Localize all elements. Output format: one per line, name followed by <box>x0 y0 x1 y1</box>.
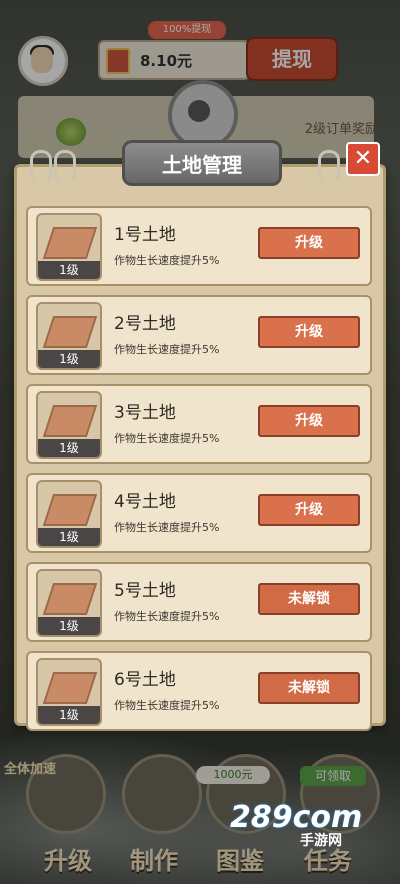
land-name: 2号土地 <box>114 314 176 334</box>
land-row: 1级 3号土地 作物生长速度提升5% 升级 <box>26 384 372 464</box>
watermark-logo: 289com <box>230 800 363 835</box>
land-description: 作物生长速度提升5% <box>114 521 220 534</box>
land-plot-image: 1级 <box>36 658 102 726</box>
soil-icon <box>42 672 98 704</box>
upgrade-button[interactable]: 升级 <box>258 494 360 526</box>
watermark-sub: 手游网 <box>300 833 342 849</box>
close-button[interactable]: ✕ <box>346 142 380 176</box>
land-level: 1级 <box>38 706 100 724</box>
land-list: 1级 1号土地 作物生长速度提升5% 升级 1级 2号土地 作物生长速度提升5%… <box>26 206 372 740</box>
unlock-button[interactable]: 未解锁 <box>258 672 360 704</box>
land-row: 1级 2号土地 作物生长速度提升5% 升级 <box>26 295 372 375</box>
land-level: 1级 <box>38 439 100 457</box>
land-name: 3号土地 <box>114 403 176 423</box>
upgrade-button[interactable]: 升级 <box>258 405 360 437</box>
soil-icon <box>42 405 98 437</box>
land-plot-image: 1级 <box>36 480 102 548</box>
land-row: 1级 1号土地 作物生长速度提升5% 升级 <box>26 206 372 286</box>
land-description: 作物生长速度提升5% <box>114 699 220 712</box>
binder-ring <box>318 150 340 183</box>
land-row: 1级 5号土地 作物生长速度提升5% 未解锁 <box>26 562 372 642</box>
clip-hole <box>188 100 210 122</box>
land-row: 1级 6号土地 作物生长速度提升5% 未解锁 <box>26 651 372 731</box>
soil-icon <box>42 316 98 348</box>
modal-title: 土地管理 <box>162 153 242 177</box>
land-name: 1号土地 <box>114 225 176 245</box>
land-level: 1级 <box>38 528 100 546</box>
upgrade-button[interactable]: 升级 <box>258 316 360 348</box>
land-description: 作物生长速度提升5% <box>114 343 220 356</box>
upgrade-button[interactable]: 升级 <box>258 227 360 259</box>
land-name: 5号土地 <box>114 581 176 601</box>
binder-ring <box>30 150 52 183</box>
land-description: 作物生长速度提升5% <box>114 254 220 267</box>
land-plot-image: 1级 <box>36 569 102 637</box>
soil-icon <box>42 494 98 526</box>
land-level: 1级 <box>38 350 100 368</box>
land-name: 6号土地 <box>114 670 176 690</box>
land-plot-image: 1级 <box>36 213 102 281</box>
land-level: 1级 <box>38 261 100 279</box>
land-description: 作物生长速度提升5% <box>114 432 220 445</box>
soil-icon <box>42 227 98 259</box>
land-plot-image: 1级 <box>36 391 102 459</box>
modal-title-plate: 土地管理 <box>122 140 282 186</box>
soil-icon <box>42 583 98 615</box>
unlock-button[interactable]: 未解锁 <box>258 583 360 615</box>
land-row: 1级 4号土地 作物生长速度提升5% 升级 <box>26 473 372 553</box>
binder-ring <box>54 150 76 183</box>
land-level: 1级 <box>38 617 100 635</box>
land-description: 作物生长速度提升5% <box>114 610 220 623</box>
land-name: 4号土地 <box>114 492 176 512</box>
land-plot-image: 1级 <box>36 302 102 370</box>
